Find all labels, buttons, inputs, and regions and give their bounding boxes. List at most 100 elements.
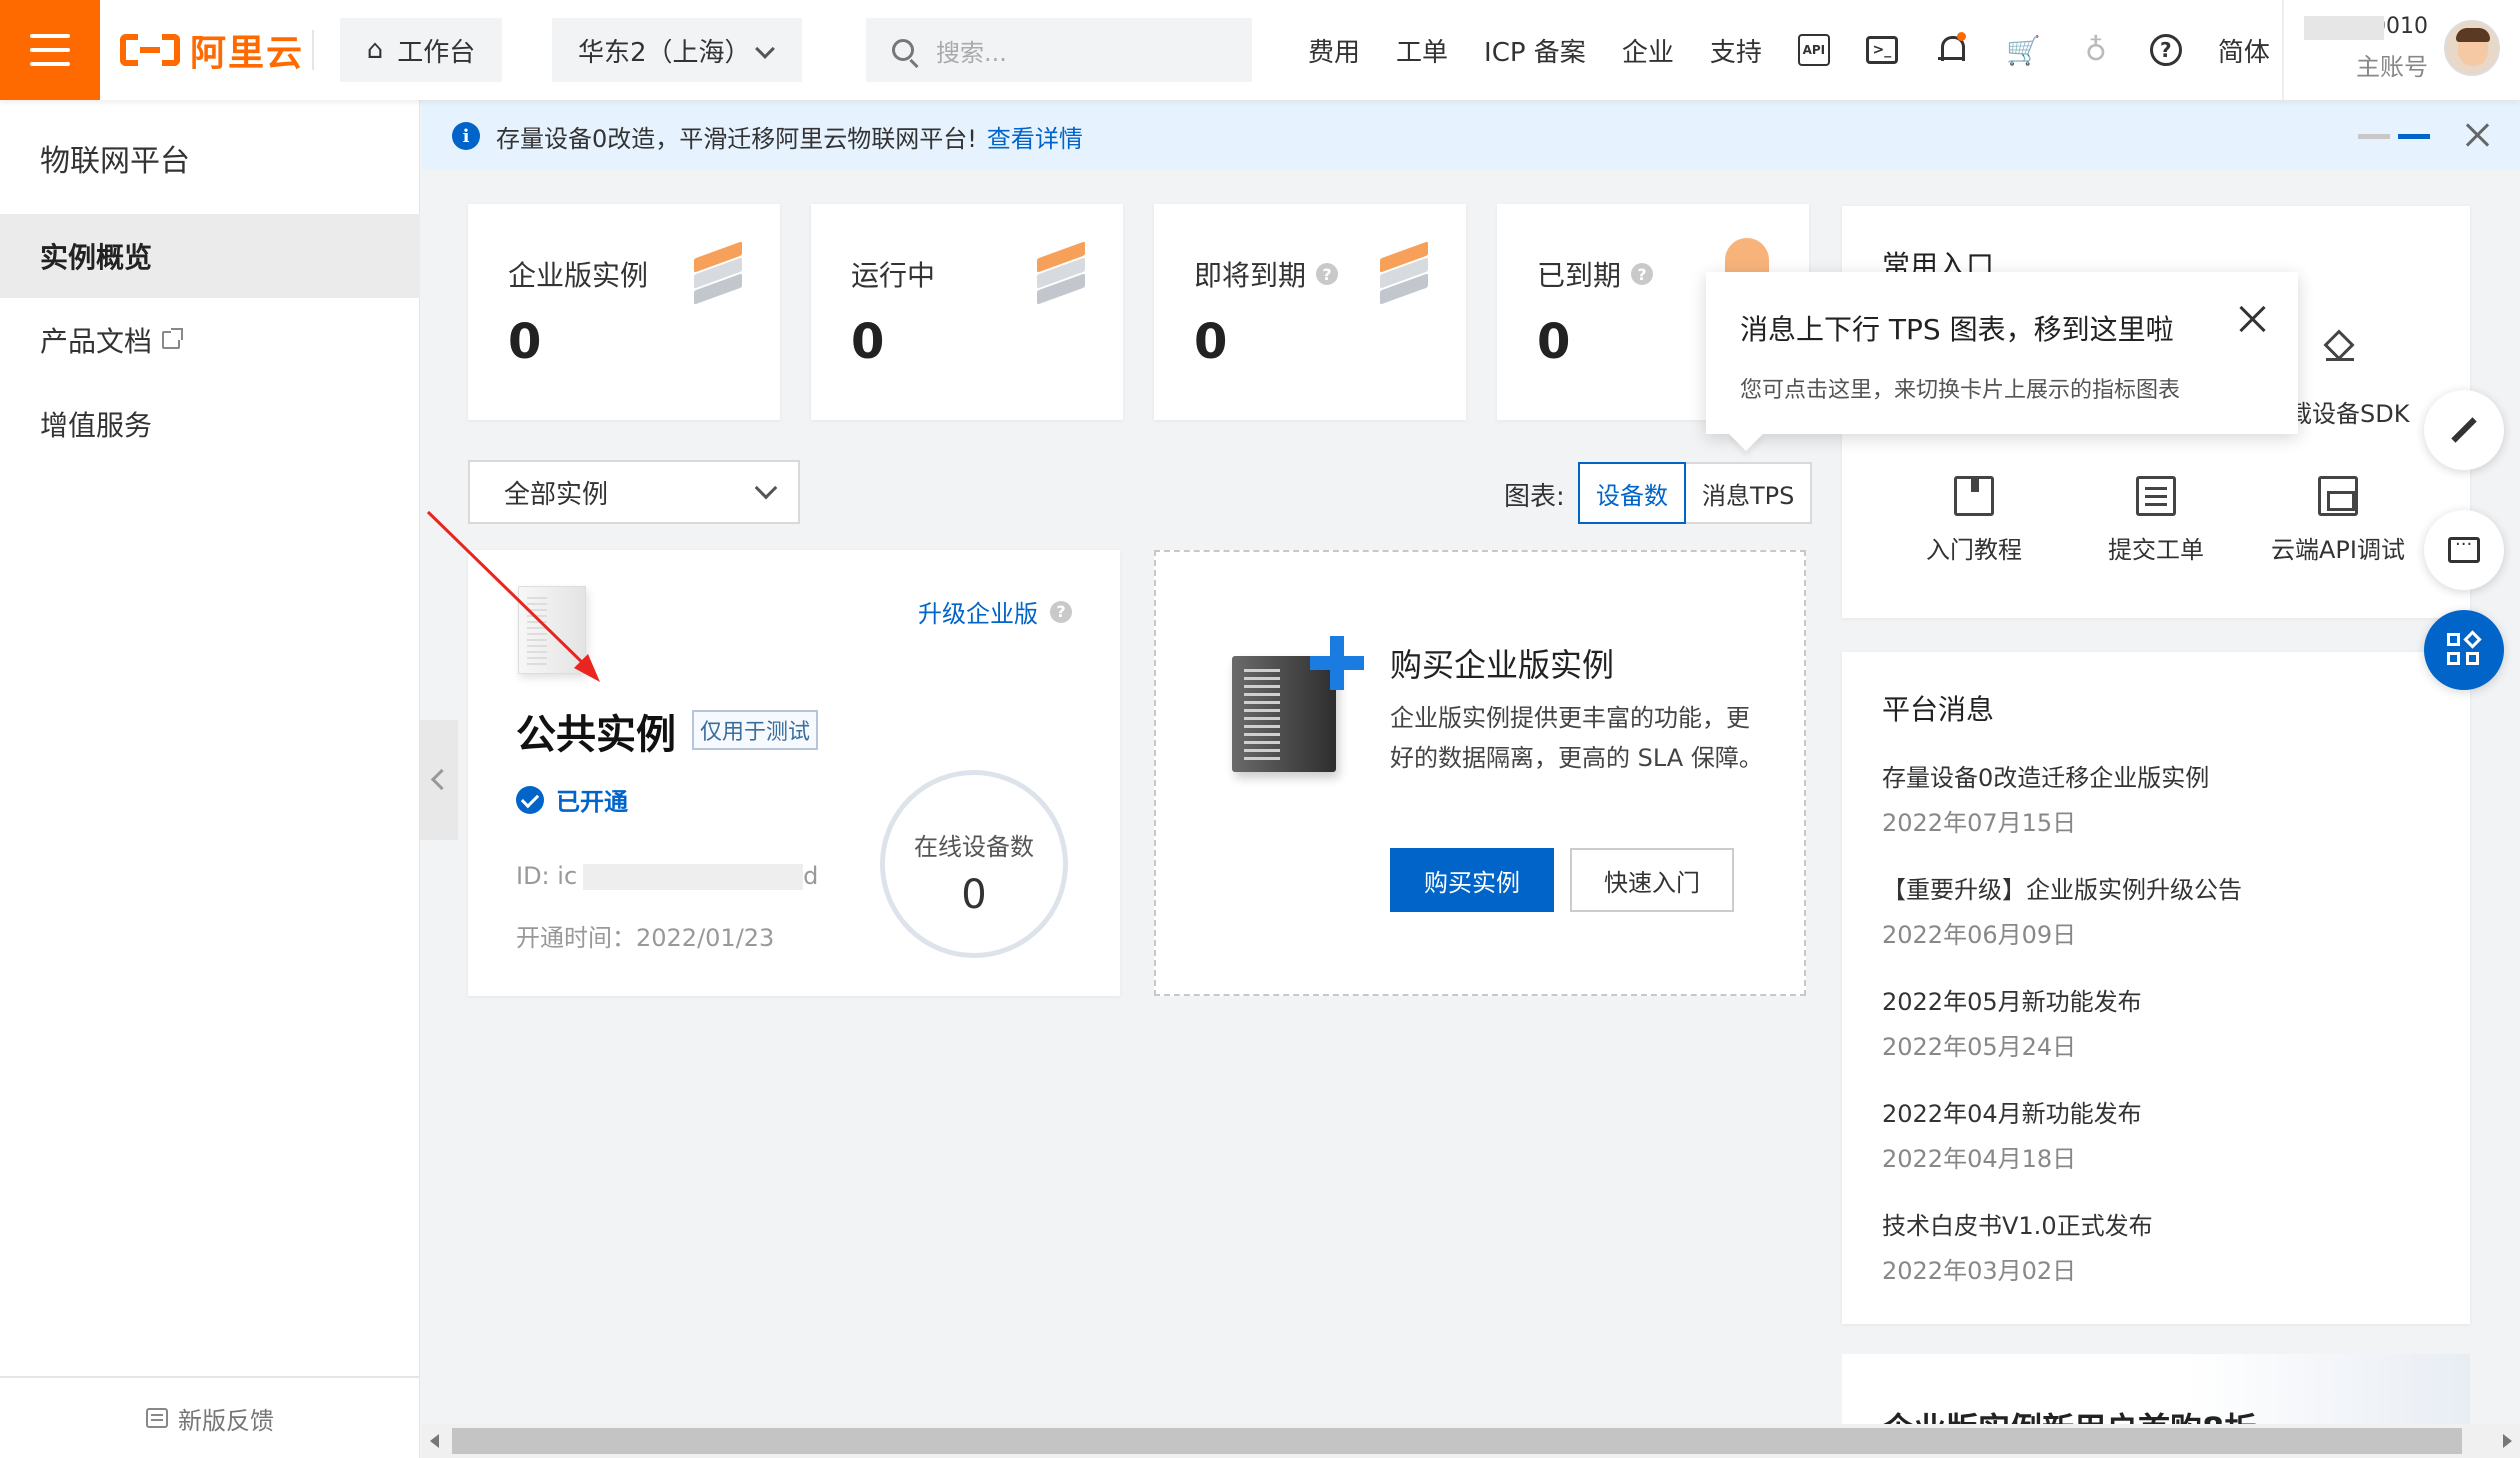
edit-float-button[interactable] bbox=[2424, 390, 2504, 470]
online-devices-value: 0 bbox=[961, 872, 987, 918]
sidebar-item-label: 产品文档 bbox=[40, 325, 153, 358]
chart-switch-label: 图表: bbox=[1504, 482, 1565, 512]
redacted-block bbox=[2304, 16, 2384, 40]
notice-link[interactable]: 查看详情 bbox=[987, 119, 1083, 154]
feedback-button[interactable]: 新版反馈 bbox=[0, 1376, 420, 1458]
nav-icp[interactable]: ICP 备案 bbox=[1484, 32, 1586, 69]
sidebar-collapse-button[interactable] bbox=[420, 720, 458, 840]
check-circle-icon bbox=[516, 785, 544, 814]
entry-api-debug[interactable]: 云端API调试 bbox=[2248, 476, 2428, 565]
news-date: 2022年06月09日 bbox=[1882, 921, 2077, 949]
language-switch[interactable]: 简体 bbox=[2218, 32, 2270, 69]
notice-pager[interactable] bbox=[2358, 134, 2430, 139]
nav-support[interactable]: 支持 bbox=[1710, 32, 1762, 69]
stat-label: 即将到期? bbox=[1194, 254, 1339, 294]
quick-start-button[interactable]: 快速入门 bbox=[1570, 848, 1734, 912]
news-item[interactable]: 【重要升级】企业版实例升级公告 2022年06月09日 bbox=[1882, 870, 2442, 950]
horizontal-scrollbar[interactable] bbox=[422, 1424, 2520, 1458]
chart-switch: 设备数 消息TPS bbox=[1578, 462, 1813, 524]
logo-text: 阿里云 bbox=[190, 33, 305, 74]
feedback-icon bbox=[146, 1408, 168, 1428]
open-time: 开通时间：2022/01/23 bbox=[516, 924, 775, 952]
external-link-icon bbox=[162, 328, 184, 349]
nav-enterprise[interactable]: 企业 bbox=[1622, 32, 1674, 69]
instance-id: ID: ic d bbox=[516, 862, 819, 890]
stat-value: 0 bbox=[851, 314, 885, 370]
scrollbar-thumb[interactable] bbox=[452, 1428, 2462, 1454]
stat-card-running[interactable]: 运行中 0 bbox=[811, 204, 1123, 420]
stat-card-expiring[interactable]: 即将到期? 0 bbox=[1154, 204, 1466, 420]
stat-label: 运行中 bbox=[851, 259, 936, 292]
panel-title: 平台消息 bbox=[1882, 693, 1995, 726]
divider bbox=[312, 30, 314, 70]
redacted-block bbox=[583, 864, 804, 890]
close-icon[interactable] bbox=[2462, 120, 2492, 150]
help-icon[interactable]: ? bbox=[1050, 600, 1072, 623]
buy-enterprise-card: 购买企业版实例 企业版实例提供更丰富的功能，更好的数据隔离，更高的 SLA 保障… bbox=[1154, 550, 1806, 996]
help-icon[interactable]: ? bbox=[1316, 263, 1339, 285]
scroll-right-icon[interactable] bbox=[2503, 1434, 2512, 1448]
promo-text: 企业版实例新用户首购8折 bbox=[1882, 1404, 2256, 1426]
news-item[interactable]: 存量设备0改造迁移企业版实例 2022年07月15日 bbox=[1882, 758, 2442, 838]
entry-tutorial[interactable]: 入门教程 bbox=[1884, 476, 2064, 565]
sidebar-item-docs[interactable]: 产品文档 bbox=[0, 298, 420, 382]
help-icon[interactable]: ? bbox=[2149, 34, 2182, 66]
stat-card-enterprise[interactable]: 企业版实例 0 bbox=[468, 204, 780, 420]
chart-option-devices[interactable]: 设备数 bbox=[1578, 462, 1686, 524]
top-bar: 阿里云 ⌂ 工作台 华东2（上海） 搜索... 费用 工单 ICP 备案 企业 … bbox=[0, 0, 2520, 100]
aliyun-logo[interactable]: 阿里云 bbox=[120, 26, 304, 74]
news-item[interactable]: 2022年04月新功能发布 2022年04月18日 bbox=[1882, 1094, 2442, 1174]
bulb-icon[interactable]: ♁ bbox=[2078, 32, 2114, 68]
news-item[interactable]: 2022年05月新功能发布 2022年05月24日 bbox=[1882, 982, 2442, 1062]
chart-option-tps[interactable]: 消息TPS bbox=[1686, 462, 1813, 524]
apps-float-button[interactable] bbox=[2424, 610, 2504, 690]
cart-icon[interactable]: 🛒 bbox=[2006, 32, 2042, 68]
nav-fees[interactable]: 费用 bbox=[1308, 32, 1360, 69]
news-title: 存量设备0改造迁移企业版实例 bbox=[1882, 764, 2210, 792]
menu-button[interactable] bbox=[0, 0, 100, 100]
news-item[interactable]: 技术白皮书V1.0正式发布 2022年03月02日 bbox=[1882, 1206, 2442, 1286]
layers-icon bbox=[690, 241, 746, 305]
close-icon[interactable] bbox=[2236, 302, 2270, 336]
sidebar-item-label: 增值服务 bbox=[40, 409, 153, 442]
scroll-left-icon[interactable] bbox=[430, 1434, 439, 1448]
news-title: 【重要升级】企业版实例升级公告 bbox=[1882, 876, 2242, 904]
upgrade-link[interactable]: 升级企业版 ? bbox=[918, 594, 1072, 629]
chat-float-button[interactable] bbox=[2424, 510, 2504, 590]
stat-label: 企业版实例 bbox=[508, 259, 649, 292]
stat-value: 0 bbox=[1194, 314, 1228, 370]
plus-icon bbox=[1310, 636, 1364, 690]
status-badge: 已开通 bbox=[516, 782, 628, 817]
news-title: 2022年05月新功能发布 bbox=[1882, 988, 2142, 1016]
annotation-arrow bbox=[426, 510, 600, 682]
region-label: 华东2（上海） bbox=[578, 37, 751, 68]
aliyun-logo-icon bbox=[120, 30, 180, 70]
region-selector[interactable]: 华东2（上海） bbox=[552, 18, 802, 82]
tooltip-title: 消息上下行 TPS 图表，移到这里啦 bbox=[1740, 313, 2174, 346]
divider bbox=[2282, 0, 2284, 100]
workbench-button[interactable]: ⌂ 工作台 bbox=[340, 18, 502, 82]
promo-banner[interactable]: 企业版实例新用户首购8折 bbox=[1842, 1354, 2470, 1426]
search-input[interactable]: 搜索... bbox=[866, 18, 1252, 82]
news-date: 2022年05月24日 bbox=[1882, 1033, 2077, 1061]
account-info[interactable]: 0010 主账号 bbox=[2300, 14, 2428, 82]
entry-submit-ticket[interactable]: 提交工单 bbox=[2066, 476, 2246, 565]
buy-instance-button[interactable]: 购买实例 bbox=[1390, 848, 1554, 912]
nav-tickets[interactable]: 工单 bbox=[1396, 32, 1448, 69]
help-icon[interactable]: ? bbox=[1631, 263, 1654, 285]
online-devices-ring: 在线设备数 0 bbox=[880, 770, 1068, 958]
sidebar-item-value-added[interactable]: 增值服务 bbox=[0, 382, 420, 466]
info-icon: i bbox=[452, 122, 480, 150]
bell-icon[interactable] bbox=[1934, 32, 1970, 68]
news-date: 2022年07月15日 bbox=[1882, 809, 2077, 837]
terminal-icon[interactable]: >_ bbox=[1865, 36, 1898, 64]
notice-text: 存量设备0改造，平滑迁移阿里云物联网平台! bbox=[496, 124, 977, 153]
sidebar-title: 物联网平台 bbox=[40, 144, 190, 179]
sidebar-item-overview[interactable]: 实例概览 bbox=[0, 214, 420, 298]
avatar[interactable] bbox=[2444, 20, 2500, 76]
sidebar: 物联网平台 实例概览 产品文档 增值服务 新版反馈 bbox=[0, 100, 420, 1458]
news-title: 2022年04月新功能发布 bbox=[1882, 1100, 2142, 1128]
api-icon[interactable]: API bbox=[1797, 34, 1830, 66]
search-placeholder: 搜索... bbox=[936, 38, 1007, 67]
ticket-icon bbox=[2136, 476, 2176, 516]
